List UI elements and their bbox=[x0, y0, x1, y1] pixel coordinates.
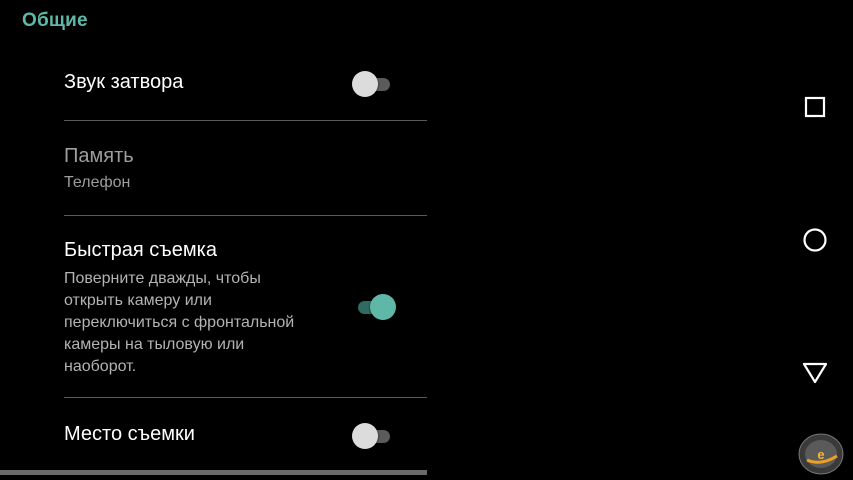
switch-thumb bbox=[352, 71, 378, 97]
quick-capture-switch[interactable] bbox=[352, 294, 396, 320]
shutter-sound-row[interactable]: Звук затвора bbox=[64, 70, 427, 100]
switch-thumb bbox=[370, 294, 396, 320]
back-icon bbox=[802, 362, 828, 384]
location-row[interactable]: Место съемки bbox=[64, 422, 427, 452]
summary-line: открыть камеру или bbox=[64, 292, 212, 309]
divider bbox=[64, 215, 427, 216]
settings-list: Звук затвора Память Телефон Быстрая съем… bbox=[64, 0, 427, 480]
shutter-sound-switch[interactable] bbox=[352, 71, 396, 97]
back-button[interactable] bbox=[795, 353, 835, 393]
navigation-bar bbox=[787, 0, 853, 480]
divider bbox=[64, 397, 427, 398]
quick-capture-summary: Поверните дважды, чтобы открыть камеру и… bbox=[64, 268, 344, 378]
summary-line: камеры на тыловую или bbox=[64, 336, 245, 353]
location-switch[interactable] bbox=[352, 423, 396, 449]
storage-title: Память bbox=[64, 145, 134, 167]
home-button[interactable] bbox=[795, 220, 835, 260]
quick-capture-title: Быстрая съемка bbox=[64, 239, 217, 261]
settings-screen: Общие Звук затвора Память Телефон Быстра… bbox=[0, 0, 853, 480]
horizontal-scrollbar bbox=[0, 470, 427, 475]
storage-row[interactable]: Память Телефон bbox=[64, 144, 427, 204]
summary-line: переключиться с фронтальной bbox=[64, 314, 295, 331]
divider bbox=[64, 120, 427, 121]
recents-icon bbox=[804, 96, 826, 118]
quick-capture-row[interactable]: Быстрая съемка Поверните дважды, чтобы о… bbox=[64, 238, 427, 383]
switch-thumb bbox=[352, 423, 378, 449]
recents-button[interactable] bbox=[795, 87, 835, 127]
svg-text:e: e bbox=[817, 447, 824, 462]
storage-value: Телефон bbox=[64, 174, 131, 191]
summary-line: наоборот. bbox=[64, 358, 137, 375]
home-icon bbox=[803, 228, 827, 252]
summary-line: Поверните дважды, чтобы bbox=[64, 270, 261, 287]
watermark-logo: e bbox=[798, 433, 844, 475]
